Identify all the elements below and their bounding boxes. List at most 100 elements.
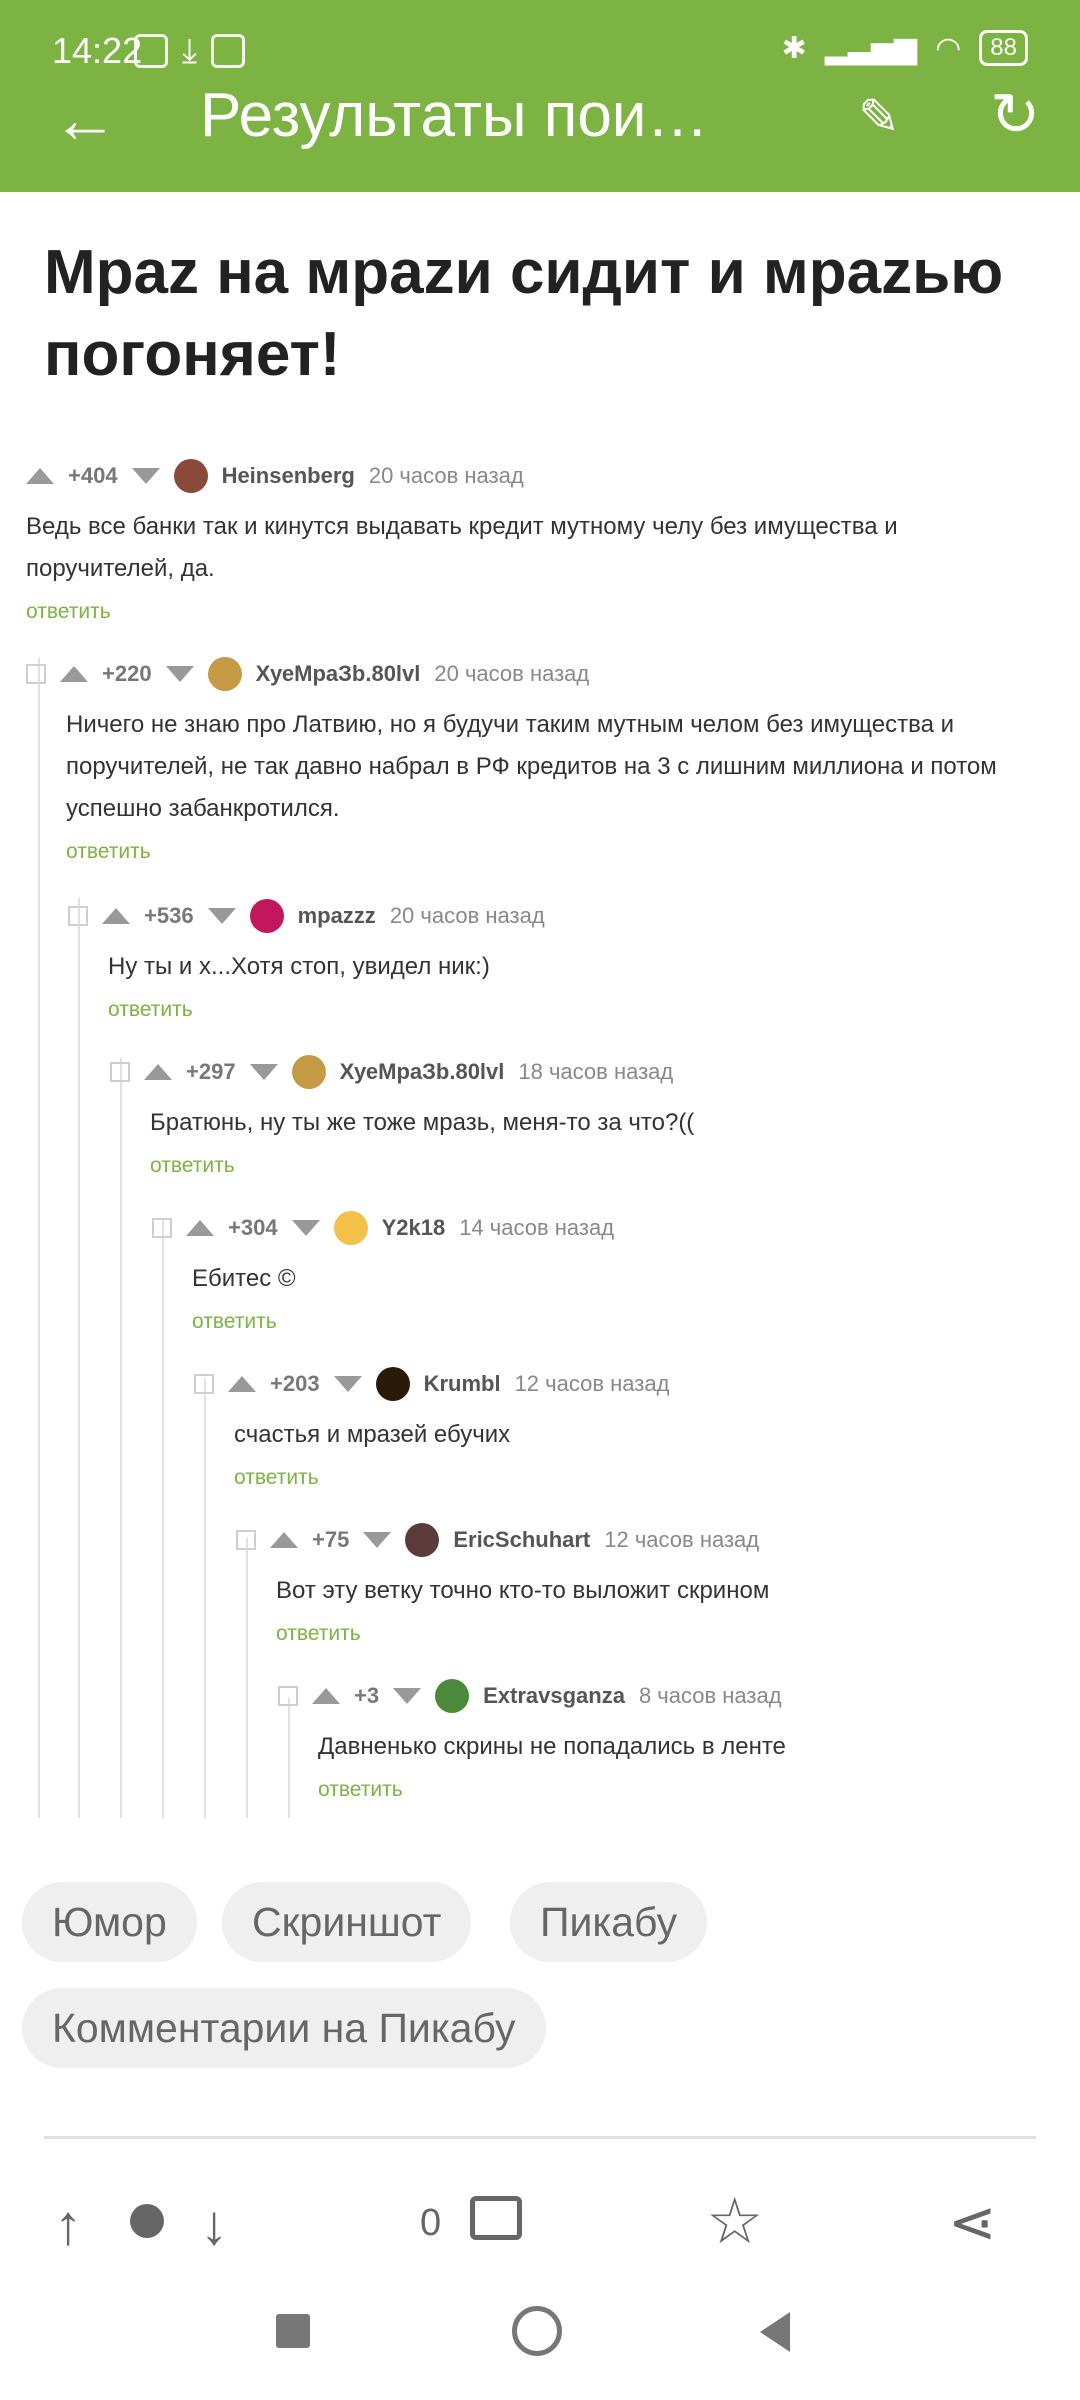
comment-author[interactable]: Heinsenberg [222,463,355,489]
comment-author[interactable]: Y2k18 [382,1215,446,1241]
comment-text: счастья и мразей ебучих [234,1421,511,1448]
refresh-icon[interactable]: ↻ [990,80,1040,150]
downvote-icon[interactable] [291,1220,320,1236]
status-notification-icons: ⤓ [134,32,246,70]
comment-time: 18 часов назад [518,1059,674,1084]
downvote-icon[interactable] [207,908,236,924]
downvote-icon[interactable] [249,1064,278,1080]
comment-score: +297 [186,1059,236,1084]
comment-text: Вот эту ветку точно кто-то выложит скрин… [276,1577,770,1604]
comment-screenshot: +404 Heinsenberg 20 часов назад Ведь все… [0,428,1080,1818]
tag-pikabu[interactable]: Пикабу [510,1882,708,1962]
downvote-icon[interactable] [131,468,160,484]
tag-screenshot[interactable]: Скриншот [222,1882,472,1962]
comment-time: 8 часов назад [638,1683,782,1708]
wifi-icon: ◠ [935,31,962,65]
collapse-icon[interactable] [110,1062,130,1082]
comment-time: 20 часов назад [434,661,590,686]
avatar[interactable] [405,1523,440,1557]
collapse-icon[interactable] [278,1686,298,1706]
bluetooth-icon: ✱ [781,31,807,65]
comment: +536 mpazzz 20 часов назад Ну ты и х...Х… [68,894,1028,1022]
comment-score: +304 [228,1215,278,1240]
reply-link[interactable]: ответить [150,1154,1030,1178]
comment-time: 20 часов назад [368,463,524,488]
comment-text: Ведь все банки так и кинутся выдавать кр… [26,513,898,582]
avatar[interactable] [249,899,284,933]
upvote-icon[interactable] [102,908,130,924]
comment-score: +404 [68,463,118,488]
reply-link[interactable]: ответить [26,600,1046,624]
comment-score: +203 [270,1371,320,1396]
reply-link[interactable]: ответить [108,998,1028,1022]
upvote-icon[interactable] [228,1376,256,1392]
comment: +3 Extravsganza 8 часов назад Давненько … [278,1674,1038,1802]
back-icon[interactable] [760,2312,790,2352]
reply-link[interactable]: ответить [66,840,1026,864]
share-icon[interactable]: ⋖ [948,2188,997,2256]
upvote-icon[interactable] [60,666,88,682]
collapse-icon[interactable] [236,1530,256,1550]
collapse-icon[interactable] [68,906,88,926]
comment-score: +3 [354,1683,380,1708]
edit-pencil-icon[interactable]: ✎ [858,88,900,146]
page-title: Результаты пои… [200,81,709,150]
back-arrow-icon[interactable]: ← [52,86,118,152]
reply-link[interactable]: ответить [234,1466,1034,1490]
upvote-icon[interactable] [144,1064,172,1080]
comment-text: Братюнь, ну ты же тоже мразь, меня-то за… [150,1109,695,1136]
avatar[interactable] [173,459,208,493]
collapse-icon[interactable] [26,664,46,684]
collapse-icon[interactable] [152,1218,172,1238]
avatar[interactable] [375,1367,410,1401]
comment-time: 20 часов назад [389,903,545,928]
avatar[interactable] [333,1211,368,1245]
comment-author[interactable]: ХуеМраЗb.80lvl [256,661,421,687]
app-bar: 14:22 ⤓ ✱ ▂▃▅▆ ◠ 88 ← Результаты пои… ✎ … [0,0,1080,192]
comment-score: +536 [144,903,194,928]
signal-icon: ▂▃▅▆ [824,31,918,65]
comment-time: 12 часов назад [604,1527,760,1552]
downvote-icon[interactable] [165,666,194,682]
comment-author[interactable]: Extravsganza [483,1683,625,1709]
system-nav-bar [0,2280,1080,2400]
tag-pikabu-comments[interactable]: Комментарии на Пикабу [22,1988,546,2068]
downvote-icon[interactable] [363,1532,392,1548]
comment-text: Ну ты и х...Хотя стоп, увидел ник:) [108,953,490,980]
status-system-icons: ✱ ▂▃▅▆ ◠ 88 [782,30,1028,66]
comment-count: 0 [420,2202,442,2244]
downvote-icon[interactable] [333,1376,362,1392]
comment: +404 Heinsenberg 20 часов назад Ведь все… [26,454,1046,624]
comment: +220 ХуеМраЗb.80lvl 20 часов назад Ничег… [26,652,1026,864]
recent-apps-icon[interactable] [276,2314,310,2348]
reply-link[interactable]: ответить [192,1310,1032,1334]
comment-time: 14 часов назад [459,1215,615,1240]
upvote-icon[interactable] [186,1220,214,1236]
upvote-icon[interactable] [312,1688,340,1704]
download-icon: ⤓ [182,32,198,70]
star-icon[interactable]: ☆ [706,2184,763,2259]
downvote-arrow-icon[interactable]: ↓ [200,2192,228,2257]
comment-author[interactable]: EricSchuhart [453,1527,590,1553]
upvote-arrow-icon[interactable]: ↑ [54,2192,82,2257]
upvote-icon[interactable] [26,468,54,484]
notification-icon [134,34,168,68]
reply-link[interactable]: ответить [318,1778,1038,1802]
reply-link[interactable]: ответить [276,1622,1036,1646]
avatar[interactable] [291,1055,326,1089]
avatar[interactable] [435,1679,470,1713]
rating-dot-icon [130,2204,164,2238]
downvote-icon[interactable] [393,1688,422,1704]
avatar[interactable] [207,657,242,691]
upvote-icon[interactable] [270,1532,298,1548]
comment: +297 ХуеМраЗb.80lvl 18 часов назад Братю… [110,1050,1030,1178]
comment-author[interactable]: ХуеМраЗb.80lvl [340,1059,505,1085]
comment-score: +75 [312,1527,350,1552]
comment-author[interactable]: Krumbl [424,1371,501,1397]
comments-icon[interactable] [470,2196,522,2240]
tag-humor[interactable]: Юмор [22,1882,197,1962]
comment-author[interactable]: mpazzz [298,903,376,929]
home-icon[interactable] [512,2306,562,2356]
comment-text: Давненько скрины не попадались в ленте [318,1733,786,1760]
collapse-icon[interactable] [194,1374,214,1394]
